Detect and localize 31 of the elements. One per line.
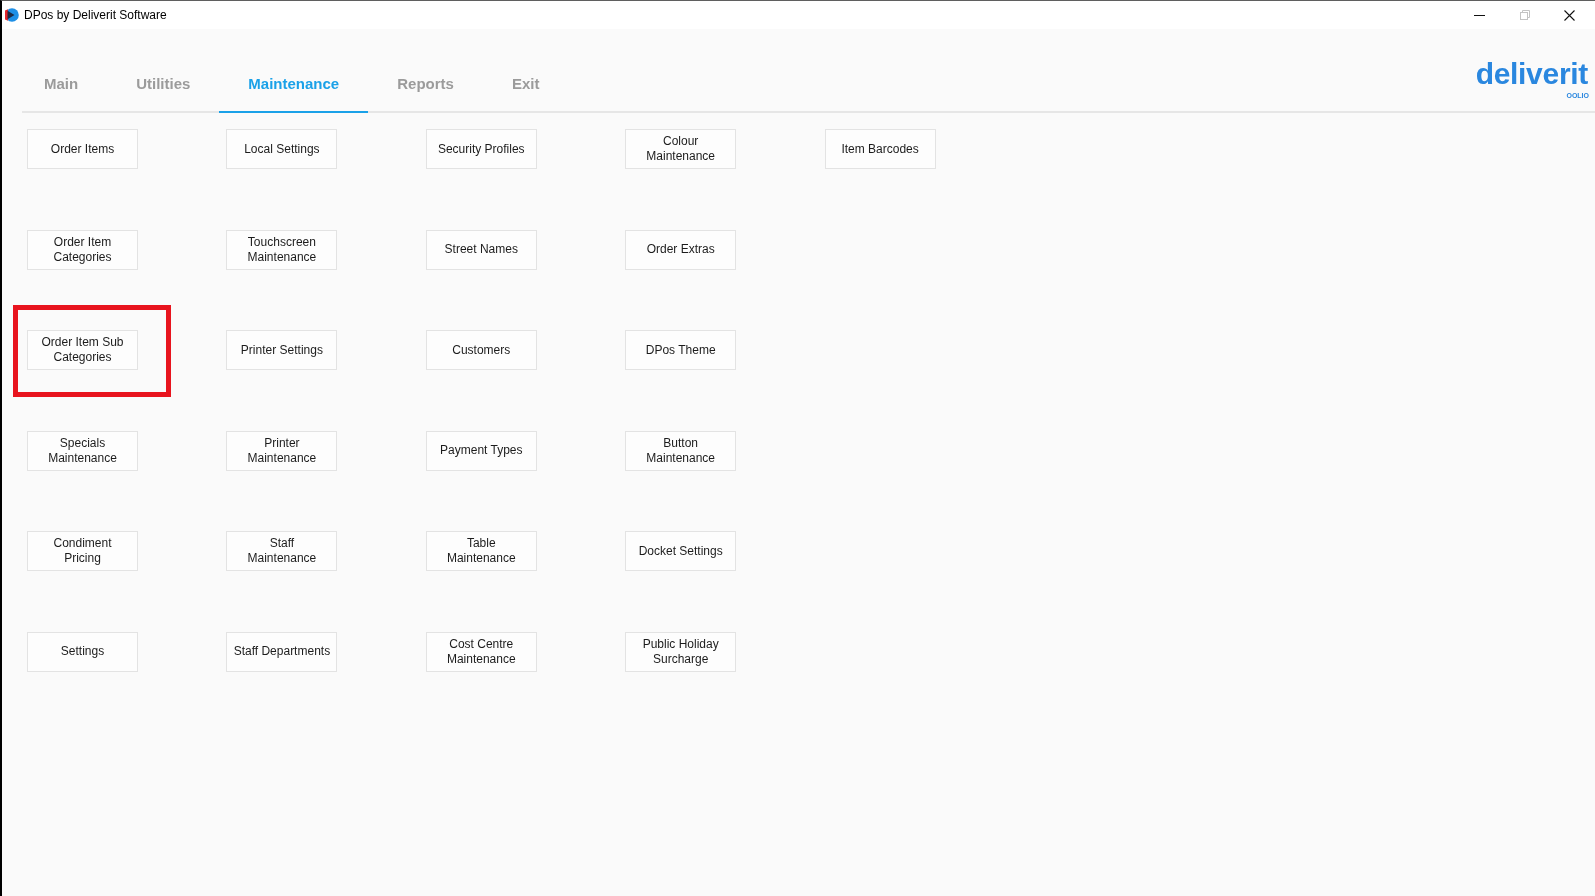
menu-button[interactable]: Condiment Pricing (27, 531, 138, 571)
menu-button[interactable]: Cost Centre Maintenance (425, 631, 537, 672)
app-icon (3, 8, 19, 22)
menu-button[interactable]: Public Holiday Surcharge (625, 631, 737, 672)
menu-button[interactable]: Docket Settings (625, 531, 737, 571)
menu-button[interactable]: Order Extras (625, 229, 737, 270)
menu-button[interactable]: Settings (27, 631, 138, 672)
menu-button[interactable]: Printer Maintenance (226, 430, 338, 471)
menu-button[interactable]: Customers (425, 330, 537, 370)
menu-button[interactable]: DPos Theme (625, 330, 737, 370)
menu-button[interactable]: Specials Maintenance (27, 430, 138, 471)
menu-button[interactable]: Touchscreen Maintenance (226, 229, 338, 270)
menu-button[interactable]: Staff Maintenance (226, 531, 338, 571)
restore-icon (1519, 10, 1530, 20)
menu-button[interactable]: Security Profiles (425, 129, 537, 169)
menu-button[interactable]: Order Items (27, 129, 138, 169)
menu-button[interactable]: Item Barcodes (824, 129, 936, 169)
logo-wordmark: deliverit (1475, 60, 1588, 88)
menu-button[interactable]: Colour Maintenance (625, 129, 737, 169)
menu-button[interactable]: Printer Settings (226, 330, 338, 370)
close-icon (1564, 9, 1575, 21)
menu-button[interactable]: Payment Types (425, 430, 537, 471)
menu-button[interactable]: Street Names (425, 229, 537, 270)
window-title: DPos by Deliverit Software (24, 7, 167, 23)
menu-button[interactable]: Order Item Sub Categories (27, 330, 138, 370)
minimize-icon (1474, 14, 1485, 16)
menu-button[interactable]: Local Settings (226, 129, 338, 169)
menu-button[interactable]: Table Maintenance (425, 531, 537, 571)
menu-button[interactable]: Staff Departments (226, 631, 338, 672)
menu-button[interactable]: Button Maintenance (625, 430, 737, 471)
menu-button[interactable]: Order Item Categories (27, 229, 138, 270)
